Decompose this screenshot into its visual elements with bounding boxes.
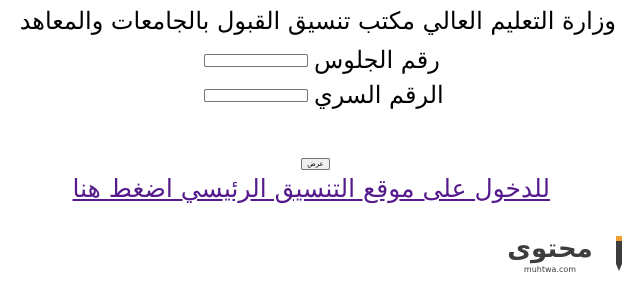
logo-text: محتوى <box>507 234 593 264</box>
main-site-link[interactable]: للدخول على موقع التنسيق الرئيسي اضغط هنا <box>73 172 550 206</box>
pencil-icon <box>616 236 622 271</box>
muhtwa-logo: محتوى muhtwa.com <box>507 234 622 274</box>
seat-number-input[interactable] <box>204 53 308 67</box>
watermark-logo: محتوى muhtwa.com <box>482 228 632 278</box>
seat-number-row: رقم الجلوس <box>204 46 440 74</box>
logo-subtext: muhtwa.com <box>524 265 576 274</box>
seat-number-label: رقم الجلوس <box>314 46 440 74</box>
page-title: وزارة التعليم العالي مكتب تنسيق القبول ب… <box>19 7 616 35</box>
secret-number-row: الرقم السري <box>204 81 444 109</box>
submit-button[interactable]: عرض <box>301 158 330 170</box>
secret-number-label: الرقم السري <box>314 81 444 109</box>
secret-number-input[interactable] <box>204 88 308 102</box>
